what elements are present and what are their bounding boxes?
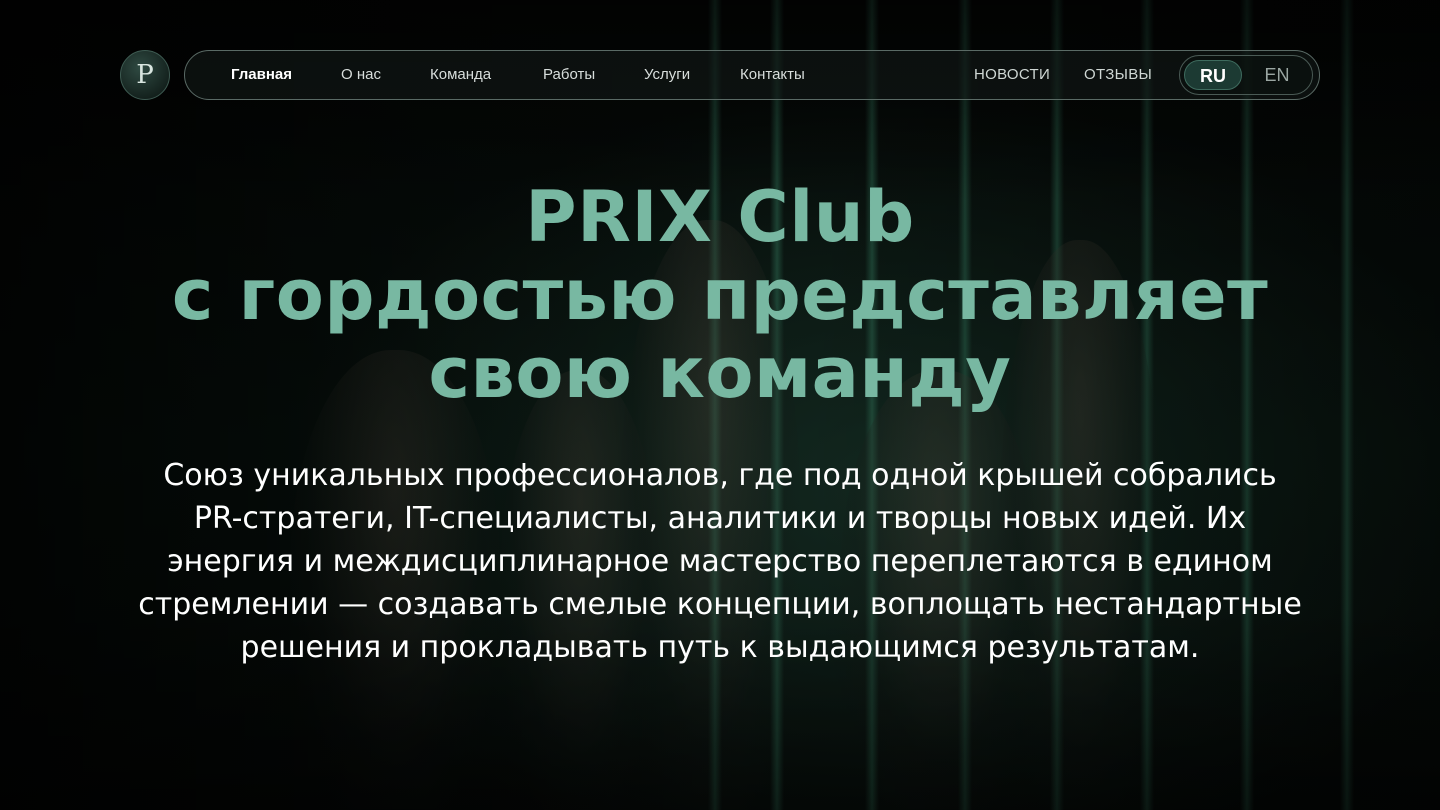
nav-item-contacts[interactable]: Контакты: [740, 51, 805, 99]
hero-description-line: PR-стратеги, IT-специалисты, аналитики и…: [193, 501, 1247, 536]
hero-title-line: PRIX Club: [525, 176, 915, 258]
nav-item-works[interactable]: Работы: [543, 51, 595, 99]
nav-item-reviews[interactable]: ОТЗЫВЫ: [1084, 51, 1152, 99]
hero-description-line: энергия и междисциплинарное мастерство п…: [167, 544, 1273, 579]
nav-item-services[interactable]: Услуги: [644, 51, 690, 99]
hero-description: Союз уникальных профессионалов, где под …: [90, 454, 1350, 669]
nav-item-home[interactable]: Главная: [231, 51, 292, 99]
language-option-ru[interactable]: RU: [1184, 60, 1242, 90]
hero-title-line: свою команду: [428, 332, 1012, 414]
hero-description-line: стремлении — создавать смелые концепции,…: [138, 587, 1302, 622]
hero-title: PRIX Club с гордостью представляет свою …: [120, 178, 1320, 412]
nav-item-news[interactable]: НОВОСТИ: [974, 51, 1050, 99]
nav-item-team[interactable]: Команда: [430, 51, 491, 99]
nav-item-about[interactable]: О нас: [341, 51, 381, 99]
logo-letter: P: [136, 60, 154, 90]
main-navigation: Главная О нас Команда Работы Услуги Конт…: [184, 50, 1320, 100]
hero-title-line: с гордостью представляет: [171, 254, 1269, 336]
language-option-en[interactable]: EN: [1248, 60, 1306, 90]
language-switcher: RU EN: [1179, 55, 1313, 95]
hero-description-line: Союз уникальных профессионалов, где под …: [163, 458, 1277, 493]
hero-description-line: решения и прокладывать путь к выдающимся…: [240, 630, 1200, 665]
logo[interactable]: P: [120, 50, 170, 100]
